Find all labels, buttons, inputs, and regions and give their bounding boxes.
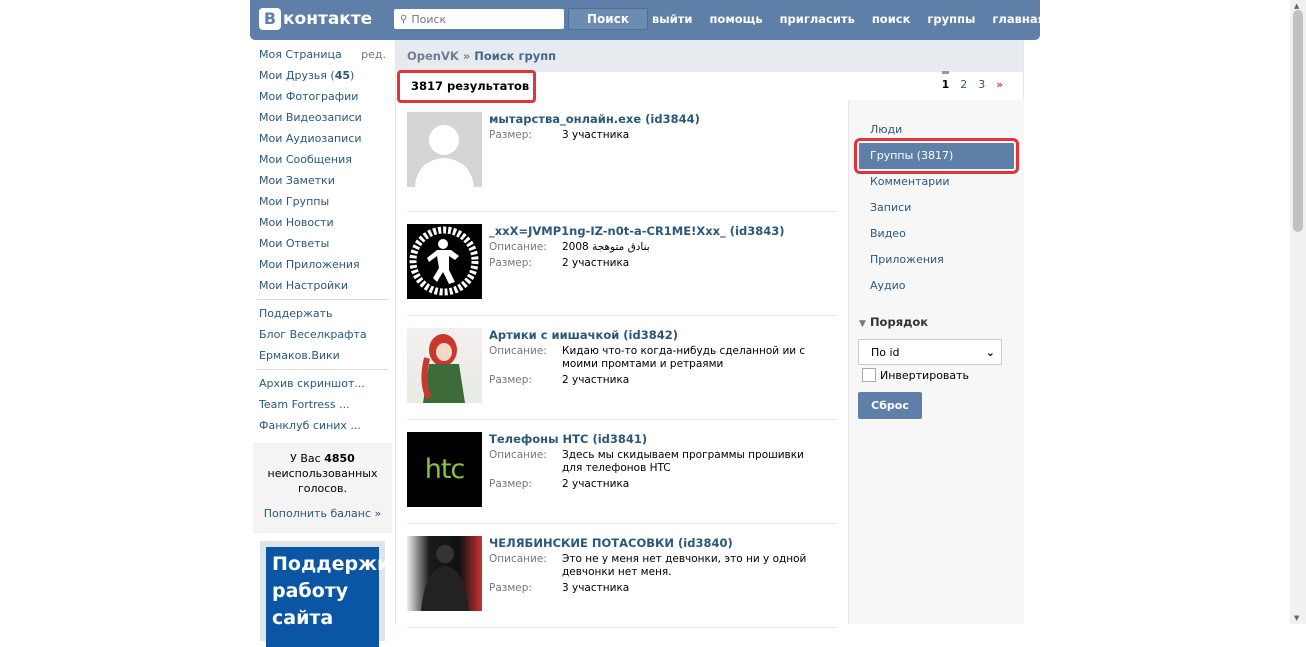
default-avatar-icon xyxy=(415,125,474,187)
scrollbar-thumb[interactable] xyxy=(1293,10,1303,232)
list-item: _xxX=JVMP1ng-IZ-n0t-a-CR1ME!Xxx_ (id3843… xyxy=(407,212,837,316)
sidebar-videos[interactable]: Мои Видеозаписи xyxy=(250,107,395,128)
sidebar-link-blog[interactable]: Блог Веселкрафта xyxy=(250,324,395,345)
sidebar-notes[interactable]: Мои Заметки xyxy=(250,170,395,191)
scroll-down-icon[interactable]: ▼ xyxy=(1294,614,1299,622)
list-item: Артики с иишачкой (id3842) Описание: Кида… xyxy=(407,316,837,420)
support-banner[interactable]: Поддержи работу сайта xyxy=(260,541,390,647)
tab-comments[interactable]: Комментарии xyxy=(849,169,1024,195)
group-avatar[interactable] xyxy=(407,112,482,187)
search-input[interactable]: ⚲ Поиск xyxy=(394,9,564,29)
tab-posts[interactable]: Записи xyxy=(849,195,1024,221)
jumping-figure-icon xyxy=(409,226,479,296)
tab-videos[interactable]: Видео xyxy=(849,221,1024,247)
page-3[interactable]: 3 xyxy=(978,78,985,91)
checkbox-box[interactable] xyxy=(862,368,876,382)
results-list: мытарства_онлайн.exe (id3844) Размер: 3 у… xyxy=(407,108,837,628)
main-content: OpenVK » Поиск групп 3817 результатов 1 … xyxy=(395,40,1024,628)
tab-audio[interactable]: Аудио xyxy=(849,273,1024,299)
sidebar-photos[interactable]: Мои Фотографии xyxy=(250,86,395,107)
sidebar-friends[interactable]: Мои Друзья (45) xyxy=(250,65,395,86)
nav-groups[interactable]: группы xyxy=(927,12,975,26)
search-icon: ⚲ xyxy=(400,13,408,25)
nav-invite[interactable]: пригласить xyxy=(780,12,855,26)
sidebar-apps[interactable]: Мои Приложения xyxy=(250,254,395,275)
refill-balance-link[interactable]: Пополнить баланс » xyxy=(253,506,392,527)
tab-groups[interactable]: Группы (3817) xyxy=(854,138,1019,174)
sidebar-group-link[interactable]: Team Fortress ... xyxy=(250,394,395,415)
top-nav: выйти помощь пригласить поиск группы гла… xyxy=(652,12,1045,26)
sidebar-group-link[interactable]: Фанклуб синих ... xyxy=(250,415,395,436)
pagination: 1 2 3 » xyxy=(941,71,1003,91)
anime-girl-image xyxy=(421,334,465,403)
sidebar-settings[interactable]: Мои Настройки xyxy=(250,275,395,296)
group-avatar[interactable] xyxy=(407,224,482,299)
list-item: ЧЕЛЯБИНСКИЕ ПОТАСОВКИ (id3840) Описание:… xyxy=(407,524,837,628)
list-item: htc Телефоны HTC (id3841) Описание: Здесь… xyxy=(407,420,837,524)
nav-logout[interactable]: выйти xyxy=(652,12,692,26)
group-title[interactable]: Телефоны HTC (id3841) xyxy=(489,432,817,446)
list-item: мытарства_онлайн.exe (id3844) Размер: 3 у… xyxy=(407,108,837,212)
group-avatar[interactable]: htc xyxy=(407,432,482,507)
page-2[interactable]: 2 xyxy=(960,78,967,91)
page-next[interactable]: » xyxy=(996,78,1003,91)
group-avatar[interactable] xyxy=(407,536,482,611)
divider xyxy=(257,299,388,300)
group-title[interactable]: мытарства_онлайн.exe (id3844) xyxy=(489,112,817,126)
edit-link[interactable]: ред. xyxy=(361,44,386,65)
group-title[interactable]: ЧЕЛЯБИНСКИЕ ПОТАСОВКИ (id3840) xyxy=(489,536,817,550)
divider xyxy=(257,369,388,370)
scrollbar[interactable]: ▲ ▼ xyxy=(1290,0,1306,624)
sidebar-groups[interactable]: Мои Группы xyxy=(250,191,395,212)
order-select[interactable]: По id ⌄ xyxy=(858,339,1002,365)
nav-help[interactable]: помощь xyxy=(709,12,762,26)
search-filters-panel: Люди Группы (3817) Комментарии Записи Ви… xyxy=(848,100,1024,624)
scroll-up-icon[interactable]: ▲ xyxy=(1294,2,1299,10)
sidebar-group-link[interactable]: Архив скриншот... xyxy=(250,373,395,394)
group-avatar[interactable] xyxy=(407,328,482,403)
top-header: Вконтакте ⚲ Поиск Поиск выйти помощь приг… xyxy=(250,0,1045,40)
search-button[interactable]: Поиск xyxy=(568,8,648,30)
left-sidebar: Моя Страница ред. Мои Друзья (45) Мои Фот… xyxy=(250,40,395,647)
tab-apps[interactable]: Приложения xyxy=(849,247,1024,273)
logo[interactable]: Вконтакте xyxy=(259,8,372,30)
sidebar-link-wiki[interactable]: Ермаков.Вики xyxy=(250,345,395,366)
sidebar-my-page[interactable]: Моя Страница ред. xyxy=(250,44,395,65)
breadcrumb: OpenVK » Поиск групп xyxy=(396,40,1023,72)
chevron-down-icon: ⌄ xyxy=(985,345,995,359)
person-image xyxy=(421,545,469,611)
reset-button[interactable]: Сброс xyxy=(858,392,922,419)
htc-logo: htc xyxy=(424,454,466,485)
nav-search[interactable]: поиск xyxy=(872,12,911,26)
sidebar-messages[interactable]: Мои Сообщения xyxy=(250,149,395,170)
sidebar-link-support[interactable]: Поддержать xyxy=(250,303,395,324)
invert-checkbox[interactable]: Инвертировать xyxy=(862,368,1024,382)
sidebar-audios[interactable]: Мои Аудиозаписи xyxy=(250,128,395,149)
results-count: 3817 результатов xyxy=(397,70,536,103)
group-title[interactable]: _xxX=JVMP1ng-IZ-n0t-a-CR1ME!Xxx_ (id3843… xyxy=(489,224,817,238)
votes-box: У Вас 4850 неиспользованных голосов. Попо… xyxy=(253,443,392,533)
page-1[interactable]: 1 xyxy=(941,71,950,91)
sidebar-answers[interactable]: Мои Ответы xyxy=(250,233,395,254)
order-section-toggle[interactable]: ▼ Порядок xyxy=(859,315,1024,329)
tab-people[interactable]: Люди xyxy=(849,117,1024,143)
sidebar-news[interactable]: Мои Новости xyxy=(250,212,395,233)
group-title[interactable]: Артики с иишачкой (id3842) xyxy=(489,328,817,342)
triangle-down-icon: ▼ xyxy=(859,319,866,329)
nav-home[interactable]: главная xyxy=(992,12,1045,26)
